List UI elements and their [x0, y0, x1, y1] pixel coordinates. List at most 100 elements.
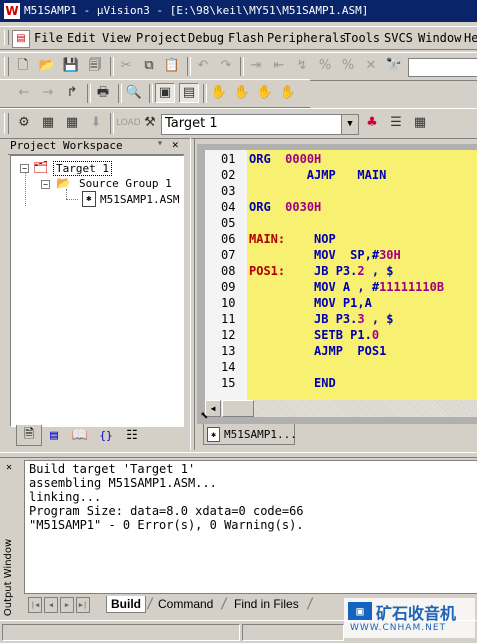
books-tab-icon[interactable]: 📖	[68, 427, 92, 445]
close-icon[interactable]: ✕	[6, 462, 12, 473]
open-folder-icon[interactable]: 📂	[37, 56, 57, 76]
menu-view[interactable]: View	[102, 31, 131, 45]
menu-edit[interactable]: Edit	[67, 31, 96, 45]
line-number: 06	[221, 232, 236, 246]
paste-icon[interactable]: 📋	[162, 56, 182, 76]
prev-tab-icon[interactable]: ◀	[44, 597, 58, 613]
breakpoint-hand-icon[interactable]: ✋	[209, 83, 229, 103]
tree-line	[25, 173, 26, 206]
next-tab-icon[interactable]: ▶	[60, 597, 74, 613]
code-token: AJMP	[306, 168, 336, 182]
menu-file[interactable]: File	[34, 31, 63, 45]
tree-item-group[interactable]: Source Group 1	[79, 177, 172, 190]
copy-icon[interactable]: ⧉	[139, 56, 159, 76]
stop-build-icon[interactable]: ⬇	[86, 113, 106, 133]
registers-tab-icon[interactable]: ▤	[42, 427, 66, 445]
functions-tab-icon[interactable]: {}	[94, 427, 118, 445]
menu-project[interactable]: Project	[136, 31, 187, 45]
build-output[interactable]: Build target 'Target 1' assembling M51SA…	[24, 460, 477, 594]
toolbar-grip[interactable]	[4, 113, 9, 134]
target-select[interactable]: Target 1 ▼	[161, 114, 359, 135]
find-combo-input[interactable]	[408, 58, 477, 77]
templates-tab-icon[interactable]: ☷	[120, 427, 144, 445]
menu-svcs[interactable]: SVCS	[384, 31, 413, 45]
code-token: SETB P1.	[314, 328, 372, 342]
tab-find-in-files[interactable]: Find in Files	[234, 597, 299, 611]
toolbar-separator	[118, 84, 122, 103]
collapse-target-icon[interactable]: −	[20, 164, 29, 173]
indent-icon[interactable]: ⇥	[246, 56, 266, 76]
menu-help[interactable]: He	[464, 31, 477, 45]
undo-icon[interactable]: ↶	[193, 56, 213, 76]
splitter-horizontal[interactable]	[0, 452, 477, 458]
find-in-files-icon[interactable]: 🔭	[384, 56, 404, 76]
new-file-icon[interactable]: 🗋	[13, 56, 33, 76]
code-text: ORG 0000H	[249, 152, 321, 166]
chevron-down-icon[interactable]: ▼	[341, 115, 358, 134]
options-wand-icon[interactable]: ⚒	[140, 113, 160, 133]
dropdown-arrow-icon[interactable]: ▾	[157, 138, 163, 149]
workspace-title: Project Workspace	[10, 139, 123, 152]
comment-icon[interactable]: %	[315, 56, 335, 76]
toolbar-separator	[87, 84, 91, 103]
app-icon: W	[4, 3, 20, 19]
tab-build[interactable]: Build	[106, 596, 146, 613]
scrollbar-thumb[interactable]	[222, 400, 254, 417]
tree-item-target[interactable]: Target 1	[53, 161, 112, 176]
code-token: NOP	[314, 232, 336, 246]
code-token: MOV	[314, 248, 336, 262]
menubar-grip[interactable]	[4, 30, 9, 45]
components-icon[interactable]: ♣	[362, 113, 382, 133]
workspace-window-icon[interactable]: ▣	[155, 83, 175, 103]
clear-bookmarks-icon[interactable]: ✕	[361, 56, 381, 76]
code-token: MAIN:	[249, 232, 286, 246]
uncomment-icon[interactable]: %	[338, 56, 358, 76]
horizontal-scrollbar[interactable]: ◀	[205, 400, 477, 417]
code-token: POS1	[357, 344, 387, 358]
file-toolbar: 🗋 📂 💾 🗐 ✂ ⧉ 📋 ↶ ↷ ⇥ ⇤ ↯ % % ✕ 🔭	[0, 52, 477, 81]
cut-icon[interactable]: ✂	[116, 56, 136, 76]
menu-debug[interactable]: Debug	[188, 31, 224, 45]
unindent-icon[interactable]: ⇤	[269, 56, 289, 76]
build-target-icon[interactable]: ▦	[38, 113, 58, 133]
tree-item-file[interactable]: M51SAMP1.ASM	[100, 193, 179, 206]
menu-window[interactable]: Window	[418, 31, 461, 45]
toggle-bookmark-icon[interactable]: ↯	[292, 56, 312, 76]
save-icon[interactable]: 💾	[61, 56, 81, 76]
toolbar-separator	[203, 84, 207, 103]
menu-tools[interactable]: Tools	[344, 31, 380, 45]
kill-breakpoints-icon[interactable]: ✋	[232, 83, 252, 103]
files-tab-icon[interactable]: 🗎	[16, 425, 42, 446]
splitter[interactable]	[190, 138, 195, 450]
first-tab-icon[interactable]: |◀	[28, 597, 42, 613]
forward-arrow-icon[interactable]: →	[38, 83, 58, 103]
close-icon[interactable]: ✕	[172, 138, 179, 151]
collapse-group-icon[interactable]: −	[41, 180, 50, 189]
code-token: MOV A , #	[314, 280, 380, 294]
toolbar-separator	[149, 84, 153, 103]
output-window-icon[interactable]: ▤	[179, 83, 199, 103]
rebuild-all-icon[interactable]: ▦	[62, 113, 82, 133]
last-tab-icon[interactable]: ▶|	[76, 597, 90, 613]
debug-session-icon[interactable]: 🔍	[124, 83, 144, 103]
tab-editor-file[interactable]: ✱ M51SAMP1...	[203, 424, 297, 445]
menu-peripherals[interactable]: Peripherals	[267, 31, 346, 45]
redo-icon[interactable]: ↷	[216, 56, 236, 76]
download-load-icon[interactable]: LOAD	[116, 113, 141, 133]
disable-breakpoint-icon[interactable]: ✋	[255, 83, 275, 103]
save-all-icon[interactable]: 🗐	[85, 56, 105, 76]
disable-all-breakpoints-icon[interactable]: ✋	[278, 83, 298, 103]
tab-command[interactable]: Command	[158, 597, 213, 611]
print-icon[interactable]: 🖶	[93, 83, 113, 103]
back-arrow-icon[interactable]: ←	[14, 83, 34, 103]
code-token: 11111110B	[379, 280, 445, 294]
multiproject-icon[interactable]: ▦	[410, 113, 430, 133]
menu-flash[interactable]: Flash	[228, 31, 264, 45]
toolbar-grip[interactable]	[4, 57, 9, 76]
document-icon[interactable]: ▤	[12, 30, 30, 48]
translate-icon[interactable]: ⚙	[14, 113, 34, 133]
goto-icon[interactable]: ↱	[62, 83, 82, 103]
project-layout-icon[interactable]: ☰	[386, 113, 406, 133]
